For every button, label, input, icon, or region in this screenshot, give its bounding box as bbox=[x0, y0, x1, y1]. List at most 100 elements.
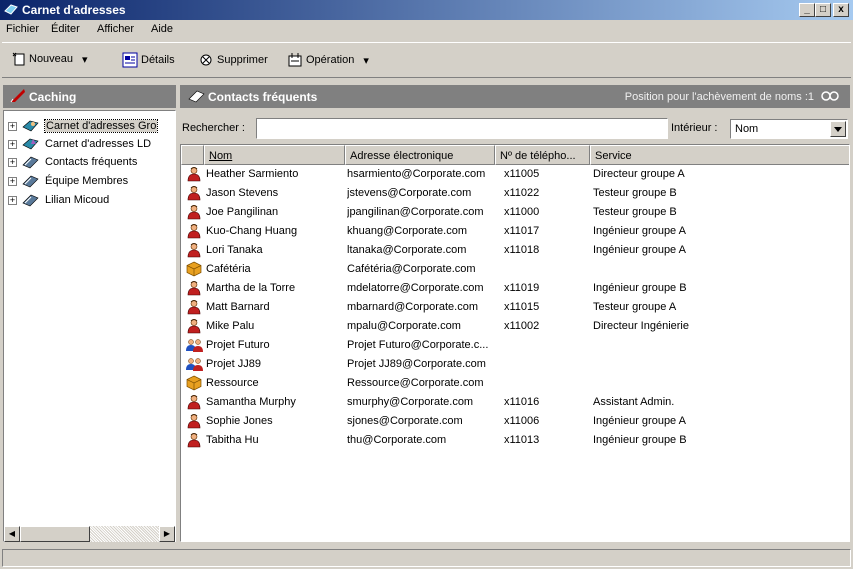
delete-button[interactable]: Supprimer bbox=[198, 52, 268, 68]
table-row[interactable]: Projet JJ89 Projet JJ89@Corporate.com bbox=[181, 355, 849, 375]
close-button[interactable]: x bbox=[833, 3, 849, 17]
column-header-service[interactable]: Service bbox=[590, 145, 849, 165]
cell-service: Testeur groupe B bbox=[593, 187, 677, 199]
cell-name: Kuo-Chang Huang bbox=[206, 225, 298, 237]
scroll-left-button[interactable]: ◀ bbox=[4, 526, 20, 542]
minimize-button[interactable]: _ bbox=[799, 3, 815, 17]
table-row[interactable]: Martha de la Torre mdelatorre@Corporate.c… bbox=[181, 279, 849, 298]
cell-service: Ingénieur groupe B bbox=[593, 434, 687, 446]
cell-phone: x11005 bbox=[504, 168, 540, 180]
left-panel-header: Caching bbox=[3, 85, 176, 108]
ldap-book-icon bbox=[21, 136, 41, 152]
person-icon bbox=[186, 166, 202, 185]
column-icon-header[interactable] bbox=[181, 145, 204, 165]
cell-phone: x11022 bbox=[504, 187, 540, 199]
table-row[interactable]: Ressource Ressource@Corporate.com bbox=[181, 374, 849, 393]
expand-icon[interactable]: + bbox=[8, 195, 17, 205]
search-input[interactable] bbox=[256, 118, 668, 139]
scroll-right-button[interactable]: ▶ bbox=[159, 526, 175, 542]
cell-email: Cafétéria@Corporate.com bbox=[347, 263, 476, 275]
cell-email: jpangilinan@Corporate.com bbox=[347, 206, 484, 218]
cell-phone: x11016 bbox=[504, 396, 540, 408]
expand-icon[interactable]: + bbox=[8, 157, 17, 167]
cell-email: ltanaka@Corporate.com bbox=[347, 244, 467, 256]
table-row[interactable]: Jason Stevens jstevens@Corporate.com x1102… bbox=[181, 184, 849, 203]
cell-phone: x11002 bbox=[504, 320, 540, 332]
details-label: Détails bbox=[141, 54, 175, 66]
expand-icon[interactable]: + bbox=[8, 176, 17, 186]
details-button[interactable]: Détails bbox=[122, 52, 175, 68]
column-header-label: Nº de télépho... bbox=[500, 150, 576, 162]
new-icon bbox=[12, 52, 26, 66]
inside-select[interactable]: Nom bbox=[730, 119, 848, 139]
cell-phone: x11018 bbox=[504, 244, 540, 256]
maximize-button[interactable]: □ bbox=[815, 3, 831, 17]
table-row[interactable]: Tabitha Hu thu@Corporate.com x11013 Ingénie… bbox=[181, 431, 849, 450]
tree-item-carnet-gro[interactable]: + Carnet d'adresses Gro bbox=[8, 117, 159, 135]
menu-afficher[interactable]: Afficher bbox=[97, 23, 134, 35]
scroll-thumb[interactable] bbox=[20, 526, 90, 542]
new-dropdown-arrow[interactable]: ▾ bbox=[82, 53, 88, 66]
menu-editer[interactable]: Éditer bbox=[51, 23, 80, 35]
menu-aide[interactable]: Aide bbox=[151, 23, 173, 35]
person-icon bbox=[186, 318, 202, 337]
table-row[interactable]: Heather Sarmiento hsarmiento@Corporate.co… bbox=[181, 165, 849, 185]
table-row[interactable]: Joe Pangilinan jpangilinan@Corporate.com x… bbox=[181, 203, 849, 223]
table-row[interactable]: Matt Barnard mbarnard@Corporate.com x11015… bbox=[181, 298, 849, 317]
person-icon bbox=[186, 204, 202, 223]
cell-service: Testeur groupe B bbox=[593, 206, 677, 218]
left-panel-title: Caching bbox=[29, 90, 77, 104]
right-panel-title: Contacts fréquents bbox=[208, 90, 318, 104]
tree-item-lilian-micoud[interactable]: + Lilian Micoud bbox=[8, 191, 109, 209]
cell-service: Testeur groupe A bbox=[593, 301, 677, 313]
tree-item-equipe-membres[interactable]: + Équipe Membres bbox=[8, 172, 128, 190]
group-icon bbox=[186, 356, 204, 375]
cell-service: Directeur groupe A bbox=[593, 168, 685, 180]
new-button[interactable]: Nouveau ▾ bbox=[12, 52, 88, 66]
tree-horizontal-scrollbar[interactable]: ◀ ▶ bbox=[4, 526, 175, 542]
cell-service: Directeur Ingénierie bbox=[593, 320, 689, 332]
table-row[interactable]: Sophie Jones sjones@Corporate.com x11006 In… bbox=[181, 412, 849, 431]
address-book-tree[interactable]: + Carnet d'adresses Gro + Carnet d'adres… bbox=[3, 110, 176, 542]
search-bar: Rechercher : Intérieur : Nom bbox=[180, 110, 850, 144]
cell-phone: x11015 bbox=[504, 301, 540, 313]
new-label: Nouveau bbox=[29, 53, 74, 65]
expand-icon[interactable]: + bbox=[8, 121, 17, 131]
contacts-list[interactable]: Nom Adresse électronique Nº de télépho..… bbox=[180, 144, 850, 542]
status-bar bbox=[2, 549, 851, 567]
book-icon bbox=[21, 192, 41, 208]
caching-icon bbox=[9, 88, 27, 107]
cell-service: Ingénieur groupe A bbox=[593, 415, 686, 427]
column-header-name[interactable]: Nom bbox=[204, 145, 345, 165]
chevron-down-icon[interactable] bbox=[830, 121, 846, 137]
address-book-app-icon bbox=[3, 2, 19, 18]
glasses-icon[interactable] bbox=[820, 89, 840, 106]
menu-fichier[interactable]: Fichier bbox=[6, 23, 39, 35]
tree-item-carnet-ld[interactable]: + Carnet d'adresses LD bbox=[8, 135, 151, 153]
book-icon bbox=[21, 173, 41, 189]
column-header-phone[interactable]: Nº de télépho... bbox=[495, 145, 590, 165]
name-completion-text: Position pour l'achèvement de noms :1 bbox=[624, 91, 814, 103]
operation-dropdown-arrow[interactable]: ▾ bbox=[363, 54, 369, 67]
table-row[interactable]: Mike Palu mpalu@Corporate.com x11002 Direct… bbox=[181, 317, 849, 337]
cell-service: Assistant Admin. bbox=[593, 396, 675, 408]
title-bar[interactable]: Carnet d'adresses _ □ x bbox=[0, 0, 853, 20]
table-row[interactable]: Projet Futuro Projet Futuro@Corporate.c..… bbox=[181, 336, 849, 355]
cell-name: Tabitha Hu bbox=[206, 434, 259, 446]
table-row[interactable]: Kuo-Chang Huang khuang@Corporate.com x1101… bbox=[181, 222, 849, 241]
table-row[interactable]: Samantha Murphy smurphy@Corporate.com x110… bbox=[181, 393, 849, 412]
cell-service: Ingénieur groupe A bbox=[593, 225, 686, 237]
cell-phone: x11006 bbox=[504, 415, 540, 427]
expand-icon[interactable]: + bbox=[8, 139, 17, 149]
cell-phone: x11019 bbox=[504, 282, 540, 294]
table-row[interactable]: Lori Tanaka ltanaka@Corporate.com x11018 In… bbox=[181, 241, 849, 260]
scroll-track[interactable] bbox=[90, 526, 159, 542]
tree-item-contacts-frequents[interactable]: + Contacts fréquents bbox=[8, 153, 137, 171]
table-row[interactable]: Cafétéria Cafétéria@Corporate.com bbox=[181, 260, 849, 279]
cell-phone: x11000 bbox=[504, 206, 540, 218]
cell-email: Projet JJ89@Corporate.com bbox=[347, 358, 486, 370]
operation-button[interactable]: Opération ▾ bbox=[287, 52, 369, 68]
column-header-email[interactable]: Adresse électronique bbox=[345, 145, 495, 165]
search-label: Rechercher : bbox=[182, 122, 245, 134]
cell-name: Ressource bbox=[206, 377, 259, 389]
